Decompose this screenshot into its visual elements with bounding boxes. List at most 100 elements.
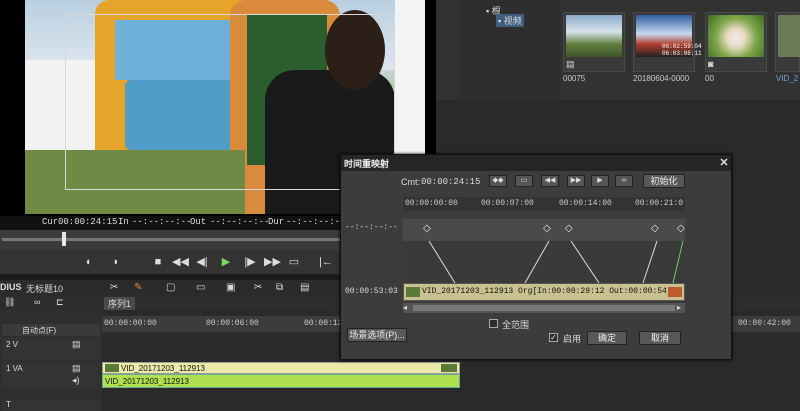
save-icon[interactable]: ▣ — [226, 282, 235, 293]
clip-name: VID_20171203_112913 — [121, 364, 205, 373]
folder-icon: ▪ — [486, 6, 490, 16]
dialog-titlebar[interactable]: 时间重映射 ✕ — [341, 155, 731, 171]
copy-icon[interactable]: ⧉ — [276, 282, 283, 293]
paste-icon[interactable]: ▤ — [300, 282, 309, 293]
add-keyframe-icon[interactable]: ◆◆ — [489, 175, 507, 187]
open-icon[interactable]: ▭ — [196, 282, 205, 293]
enable-checkbox[interactable]: ✓ — [549, 333, 558, 342]
track-header[interactable]: 2 V ▤ — [2, 338, 100, 360]
bin-clip[interactable]: 06:02:59:04 06:03:06:11 — [633, 12, 702, 72]
scrub-thumb[interactable] — [62, 232, 66, 246]
cur-time: 00:00:24:15 — [58, 217, 118, 227]
wand-icon[interactable]: ✎ — [134, 282, 142, 293]
project-title: 无标题10 — [26, 284, 64, 294]
app-logo: DIUS — [0, 282, 22, 292]
prev-keyframe-icon[interactable]: ◀◀ — [541, 175, 559, 187]
stop-icon[interactable]: ■ — [150, 254, 166, 270]
expand-icon[interactable]: ⊏ — [56, 297, 64, 308]
bin-folder-tree: ▪ 根 ▪ 视频 — [460, 0, 560, 100]
clip-name: VID_20171203_112913 — [105, 377, 189, 386]
step-back-icon[interactable]: ◀| — [194, 254, 210, 270]
dur-time: --:--:--:-- — [286, 217, 346, 227]
clip-thumbnail — [708, 15, 764, 57]
initialize-button[interactable]: 初始化 — [643, 174, 685, 188]
clip-thumbnail — [566, 15, 622, 57]
keyframe-diamond[interactable]: ◇ — [651, 223, 659, 234]
remap-clip[interactable]: VID_20171203_112913 Org[In:00:00:29:12 O… — [403, 283, 685, 301]
fast-forward-icon[interactable]: ▶▶ — [264, 254, 281, 270]
loop-icon[interactable]: ▭ — [286, 254, 302, 270]
ruler-mark: 00:00:06:00 — [206, 319, 259, 328]
track-name: 2 V — [6, 340, 19, 349]
loop-icon[interactable]: ∞ — [615, 175, 633, 187]
timeline-video-clip[interactable]: VID_20171203_112913 — [102, 362, 460, 374]
in-time: --:--:--:-- — [132, 217, 192, 227]
bin-clip[interactable]: ◙ — [705, 12, 767, 72]
mark-out-icon[interactable]: ◗ — [108, 254, 124, 270]
ruler-mark: 00:00:42:00 — [738, 319, 791, 328]
auto-ripple-row[interactable]: 自动点(F) — [2, 324, 100, 336]
delete-keyframe-icon[interactable]: ▭ — [515, 175, 533, 187]
cancel-button[interactable]: 取消 — [639, 331, 681, 345]
clip-thumbnail — [668, 287, 682, 297]
play-icon[interactable]: ▶ — [218, 254, 234, 270]
time-remap-dialog: 时间重映射 ✕ Cmt: 00:00:24:15 ◆◆ ▭ ◀◀ ▶▶ ▶ ∞ … — [340, 154, 732, 360]
remap-ruler[interactable]: 00:00:00:00 00:00:07:00 00:00:14:00 00:0… — [403, 197, 685, 211]
mark-in-icon[interactable]: ◖ — [80, 254, 96, 270]
keyframe-track[interactable]: ◇ ◇ ◇ ◇ ◇ — [403, 219, 685, 241]
keyframe-diamond[interactable]: ◇ — [423, 223, 431, 234]
timeline-audio-clip[interactable]: VID_20171203_112913 — [102, 374, 460, 388]
ruler-mark: 00:00:00:00 — [405, 199, 458, 208]
track-name: 1 VA — [6, 364, 23, 373]
full-range-checkbox[interactable] — [489, 319, 498, 328]
clip-position-time: 00:00:53:03 — [345, 287, 398, 296]
track-headers: 自动点(F) 2 V ▤ 1 VA ▤ ◂) T — [0, 310, 102, 411]
scissors-icon[interactable]: ✂ — [110, 282, 118, 293]
new-icon[interactable]: ▢ — [166, 282, 175, 293]
clip-name: VID_2 — [776, 74, 799, 83]
track-header[interactable]: T — [2, 400, 100, 411]
rewind-icon[interactable]: ◀◀ — [172, 254, 189, 270]
bin-clip[interactable]: ▤ — [563, 12, 625, 72]
out-time: --:--:--:-- — [210, 217, 270, 227]
sync-icon[interactable]: ∞ — [34, 297, 40, 307]
bin-clip[interactable] — [775, 12, 800, 72]
camera-icon: ◙ — [708, 59, 714, 69]
link-icon[interactable]: ⛓ — [4, 297, 15, 308]
insert-to-timeline-icon[interactable]: |← — [318, 254, 334, 270]
tab-sequence[interactable]: 序列1 — [104, 297, 136, 310]
track-header[interactable]: 1 VA ▤ ◂) — [2, 362, 100, 388]
cur-label: Cur — [42, 217, 59, 227]
ok-button[interactable]: 确定 — [587, 331, 627, 345]
tree-folder-label: 视频 — [503, 16, 522, 26]
track-visibility-icon[interactable]: ▤ — [72, 363, 81, 374]
tree-folder-video[interactable]: ▪ 视频 — [496, 14, 524, 27]
auto-ripple-label: 自动点(F) — [22, 326, 57, 335]
scroll-right-icon[interactable]: ▸ — [677, 303, 681, 313]
clip-thumbnail — [441, 364, 457, 372]
scene-options-button[interactable]: 场景选项(P)... — [347, 328, 407, 342]
play-icon[interactable]: ▶ — [591, 175, 609, 187]
in-label: In — [118, 217, 129, 227]
keyframe-diamond[interactable]: ◇ — [677, 223, 685, 234]
scroll-thumb[interactable] — [413, 305, 675, 311]
track-visibility-icon[interactable]: ▤ — [72, 339, 81, 350]
keyframe-diamond[interactable]: ◇ — [565, 223, 573, 234]
keyframe-time-readout: --:--:--:-- — [345, 223, 398, 232]
keyframe-diamond[interactable]: ◇ — [543, 223, 551, 234]
dialog-scrollbar[interactable]: ◂ ▸ — [403, 303, 685, 313]
ruler-mark: 00:00:21:0 — [635, 199, 684, 208]
speaker-icon[interactable]: ◂) — [72, 375, 80, 386]
full-range-label: 全范围 — [502, 320, 530, 330]
scroll-left-icon[interactable]: ◂ — [403, 303, 407, 313]
ruler-mark: 00:00:00:00 — [104, 319, 157, 328]
clip-name: 00 — [705, 74, 714, 83]
next-keyframe-icon[interactable]: ▶▶ — [567, 175, 585, 187]
clip-name: 00075 — [563, 74, 586, 83]
step-forward-icon[interactable]: |▶ — [242, 254, 258, 270]
video-icon: ▤ — [566, 59, 575, 69]
clip-info: VID_20171203_112913 Org[In:00:00:29:12 O… — [422, 287, 666, 296]
cut-icon[interactable]: ✂ — [254, 282, 262, 293]
close-icon[interactable]: ✕ — [717, 156, 731, 170]
clip-thumbnail — [105, 364, 119, 372]
